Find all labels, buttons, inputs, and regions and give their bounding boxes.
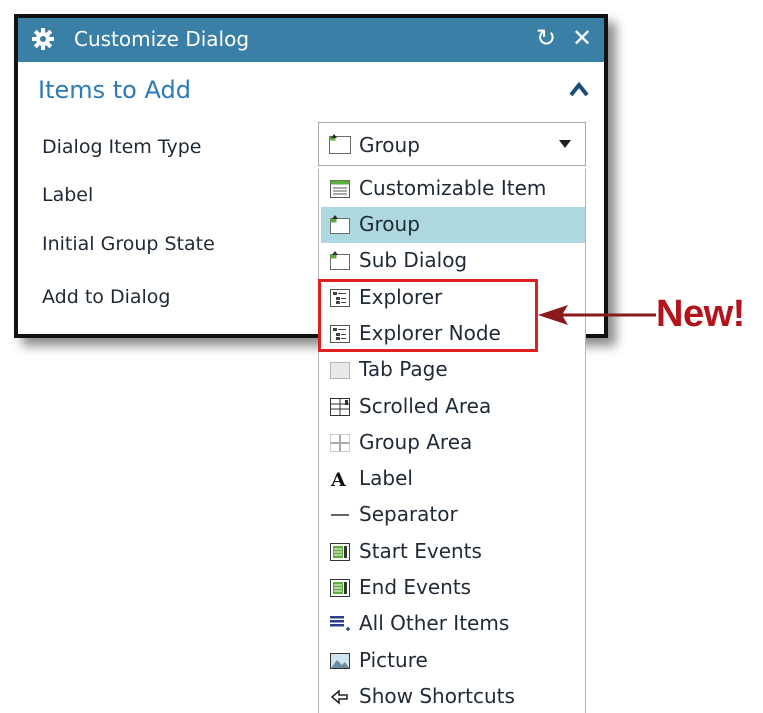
option-label: Separator — [359, 502, 458, 526]
section-title: Items to Add — [38, 76, 191, 104]
group-area-icon — [330, 434, 350, 452]
option-group-area[interactable]: Group Area — [321, 425, 585, 461]
dialog-item-type-label: Dialog Item Type — [42, 136, 202, 158]
option-label: Group Area — [359, 430, 473, 454]
group-icon — [330, 215, 350, 234]
option-label: Sub Dialog — [359, 248, 468, 272]
dialog-titlebar: Customize Dialog ↻ ✕ — [18, 18, 604, 62]
option-label: Picture — [359, 648, 428, 672]
option-label: All Other Items — [359, 611, 510, 635]
start-events-icon — [330, 543, 350, 561]
option-label: End Events — [359, 575, 472, 599]
chevron-up-icon[interactable] — [568, 80, 590, 98]
group-icon — [329, 134, 351, 154]
option-end-events[interactable]: End Events — [321, 570, 585, 606]
new-items-highlight — [318, 279, 538, 352]
dialog-item-type-value: Group — [359, 133, 420, 157]
label-icon: A — [330, 469, 346, 489]
svg-text:A: A — [330, 469, 346, 489]
scrolled-area-icon — [330, 398, 350, 416]
option-label: Show Shortcuts — [359, 684, 515, 708]
picture-icon — [330, 653, 350, 669]
option-label: Label — [359, 466, 413, 490]
option-sub-dialog[interactable]: Sub Dialog — [321, 243, 585, 279]
close-icon[interactable]: ✕ — [572, 24, 592, 52]
option-label-item[interactable]: A Label — [321, 461, 585, 497]
add-to-dialog-label: Add to Dialog — [42, 286, 171, 308]
option-group[interactable]: Group — [321, 207, 585, 243]
callout-arrow — [538, 305, 656, 325]
option-label: Customizable Item — [359, 176, 547, 200]
gear-icon — [32, 28, 54, 50]
tab-page-icon — [330, 362, 350, 379]
show-shortcuts-icon — [330, 689, 348, 705]
option-tab-page[interactable]: Tab Page — [321, 352, 585, 388]
dialog-item-type-select[interactable]: Group — [318, 122, 586, 166]
separator-icon — [331, 514, 349, 516]
label-field-label: Label — [42, 184, 94, 206]
option-label: Tab Page — [359, 357, 448, 381]
option-start-events[interactable]: Start Events — [321, 534, 585, 570]
all-other-items-icon — [330, 616, 350, 631]
option-label: Group — [359, 212, 420, 236]
new-callout-label: New! — [656, 293, 745, 335]
option-show-shortcuts[interactable]: Show Shortcuts — [321, 679, 585, 713]
sub-dialog-icon — [330, 251, 350, 270]
reset-icon[interactable]: ↻ — [536, 24, 556, 52]
dialog-title: Customize Dialog — [74, 27, 250, 51]
option-label: Start Events — [359, 539, 482, 563]
dialog-item-type-dropdown: Customizable Item Group Sub Dialog Explo… — [318, 169, 586, 713]
customizable-item-icon — [330, 180, 350, 198]
option-picture[interactable]: Picture — [321, 643, 585, 679]
option-scrolled-area[interactable]: Scrolled Area — [321, 389, 585, 425]
option-customizable-item[interactable]: Customizable Item — [321, 171, 585, 207]
option-label: Scrolled Area — [359, 394, 492, 418]
end-events-icon — [330, 579, 350, 597]
initial-group-state-label: Initial Group State — [42, 233, 215, 255]
chevron-down-icon — [559, 140, 571, 148]
option-separator[interactable]: Separator — [321, 497, 585, 533]
option-all-other-items[interactable]: All Other Items — [321, 606, 585, 642]
